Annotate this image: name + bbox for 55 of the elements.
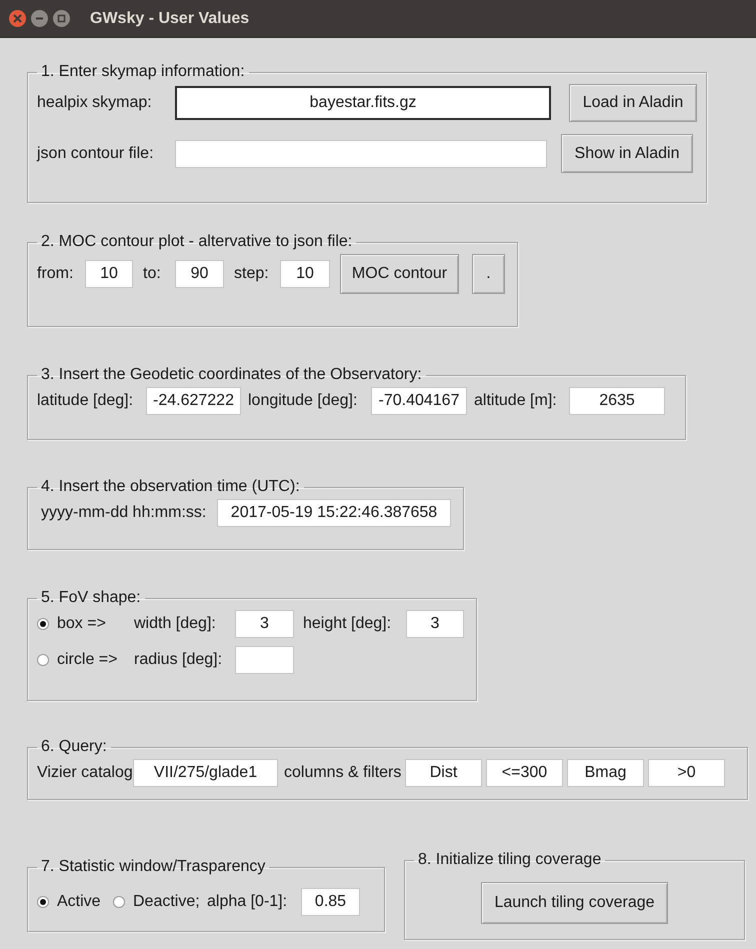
radio-button[interactable]: circle => bbox=[37, 648, 125, 672]
field-label: healpix skymap: bbox=[37, 93, 153, 113]
field-label: height [deg]: bbox=[303, 614, 392, 634]
field-label: radius [deg]: bbox=[134, 650, 224, 670]
input-field[interactable]: 90 bbox=[175, 260, 224, 288]
radio-button[interactable]: Deactive; bbox=[113, 890, 201, 914]
window-title: GWsky - User Values bbox=[90, 8, 250, 28]
button[interactable]: Show in Aladin bbox=[561, 134, 693, 173]
section-title: 8. Initialize tiling coverage bbox=[417, 850, 602, 870]
input-field[interactable]: <=300 bbox=[486, 759, 563, 787]
maximize-icon bbox=[57, 14, 66, 23]
radio-button[interactable]: Active bbox=[37, 890, 107, 914]
field-label: from: bbox=[37, 264, 74, 284]
input-field[interactable]: 10 bbox=[85, 260, 133, 288]
input-field[interactable]: 10 bbox=[280, 260, 330, 288]
button[interactable]: . bbox=[472, 254, 505, 294]
button[interactable]: Load in Aladin bbox=[569, 84, 697, 122]
input-field[interactable]: 2017-05-19 15:22:46.387658 bbox=[217, 499, 451, 527]
radio-button[interactable]: box => bbox=[37, 612, 125, 636]
maximize-button[interactable] bbox=[53, 10, 70, 27]
field-label: latitude [deg]: bbox=[37, 391, 134, 411]
field-label: to: bbox=[143, 264, 162, 284]
input-field[interactable]: 3 bbox=[406, 610, 464, 638]
section-title: 1. Enter skymap information: bbox=[40, 62, 246, 82]
button[interactable]: Launch tiling coverage bbox=[481, 882, 668, 924]
field-label: json contour file: bbox=[37, 144, 155, 164]
input-field[interactable]: bayestar.fits.gz bbox=[175, 86, 551, 120]
section-title: 4. Insert the observation time (UTC): bbox=[40, 477, 301, 497]
input-field[interactable]: Bmag bbox=[567, 759, 644, 787]
input-field[interactable]: 0.85 bbox=[301, 888, 360, 916]
input-field[interactable] bbox=[175, 140, 547, 168]
input-field[interactable]: -24.627222 bbox=[146, 387, 241, 415]
field-label: yyyy-mm-dd hh:mm:ss: bbox=[41, 503, 208, 523]
field-label: width [deg]: bbox=[134, 614, 217, 634]
close-button[interactable] bbox=[9, 10, 26, 27]
field-label: longitude [deg]: bbox=[248, 391, 358, 411]
input-field[interactable]: -70.404167 bbox=[371, 387, 467, 415]
input-field[interactable]: 2635 bbox=[569, 387, 665, 415]
section-title: 5. FoV shape: bbox=[40, 588, 142, 608]
field-label: step: bbox=[234, 264, 270, 284]
input-field[interactable]: 3 bbox=[235, 610, 294, 638]
section-title: 3. Insert the Geodetic coordinates of the Observatory: bbox=[40, 365, 423, 385]
input-field[interactable]: Dist bbox=[405, 759, 482, 787]
minimize-button[interactable] bbox=[31, 10, 48, 27]
field-label: alpha [0-1]: bbox=[207, 892, 288, 912]
field-label: columns & filters bbox=[284, 763, 401, 783]
section-title: 6. Query: bbox=[40, 737, 108, 757]
close-icon bbox=[13, 14, 22, 23]
button[interactable]: MOC contour bbox=[340, 254, 459, 294]
input-field[interactable]: VII/275/glade1 bbox=[133, 759, 278, 787]
field-label: altitude [m]: bbox=[474, 391, 558, 411]
input-field[interactable] bbox=[235, 646, 294, 674]
input-field[interactable]: >0 bbox=[648, 759, 725, 787]
section-title: 7. Statistic window/Trasparency bbox=[40, 857, 266, 877]
section-title: 2. MOC contour plot - altervative to json file: bbox=[40, 232, 354, 252]
